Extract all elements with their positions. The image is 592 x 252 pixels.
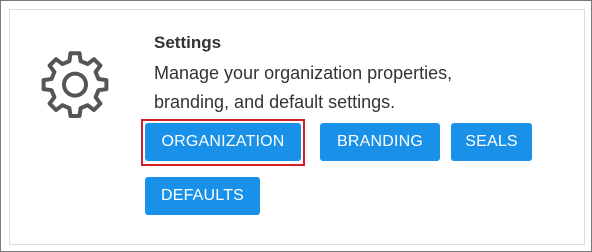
seals-button[interactable]: SEALS: [451, 123, 532, 161]
defaults-button[interactable]: DEFAULTS: [145, 177, 260, 215]
settings-description: Manage your organization properties, bra…: [154, 63, 453, 112]
gear-icon: [41, 51, 109, 118]
branding-button[interactable]: BRANDING: [320, 123, 440, 161]
screenshot-frame: Settings Manage your organization proper…: [0, 0, 592, 252]
highlight-box: [141, 119, 305, 166]
settings-content: Settings Manage your organization proper…: [154, 32, 574, 117]
settings-title: Settings: [154, 33, 222, 52]
